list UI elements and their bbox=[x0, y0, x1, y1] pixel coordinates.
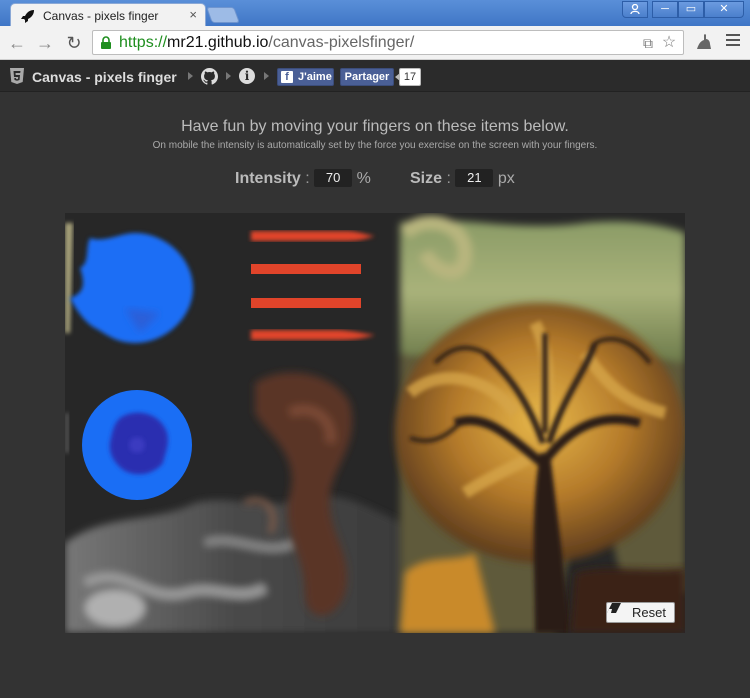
left-edge-stroke bbox=[65, 413, 69, 453]
browser-tab[interactable]: Canvas - pixels finger × bbox=[10, 3, 206, 27]
rocket-icon bbox=[21, 10, 34, 23]
tree bbox=[395, 303, 685, 633]
user-icon bbox=[630, 3, 640, 15]
lock-icon bbox=[101, 36, 111, 49]
intensity-label: Intensity bbox=[235, 170, 301, 187]
facebook-icon: f bbox=[281, 71, 293, 83]
intensity-control: Intensity : 70 % bbox=[235, 169, 371, 188]
site-nav: Canvas - pixels finger i f J'aime Partag… bbox=[0, 60, 750, 92]
reset-button[interactable]: Reset bbox=[606, 602, 675, 623]
facebook-share-button[interactable]: Partager bbox=[340, 68, 394, 86]
intensity-separator: : bbox=[305, 170, 310, 187]
reload-icon[interactable]: ↻ bbox=[64, 33, 84, 53]
minimize-button[interactable]: ─ bbox=[652, 1, 678, 18]
url-host: mr21.github.io bbox=[167, 34, 269, 51]
html5-icon bbox=[10, 68, 24, 84]
translate-icon[interactable]: ⧉ bbox=[640, 35, 656, 51]
size-label: Size bbox=[410, 170, 443, 187]
url-text: https://mr21.github.io/canvas-pixelsfing… bbox=[119, 34, 414, 52]
size-unit: px bbox=[497, 170, 515, 187]
new-tab-button[interactable] bbox=[206, 7, 240, 23]
page-headline: Have fun by moving your fingers on these… bbox=[181, 118, 569, 135]
breadcrumb-arrow-icon bbox=[226, 72, 231, 80]
finger-paint-canvas[interactable]: Reset bbox=[65, 213, 685, 633]
size-control: Size : 21 px bbox=[410, 169, 515, 188]
extension-duck-icon[interactable] bbox=[694, 32, 714, 52]
canvas-artwork[interactable] bbox=[65, 213, 685, 633]
intensity-unit: % bbox=[356, 170, 371, 187]
url-scheme: https:// bbox=[119, 34, 168, 51]
info-icon[interactable]: i bbox=[239, 68, 255, 84]
user-profile-button[interactable] bbox=[622, 1, 648, 18]
menu-icon[interactable] bbox=[726, 34, 740, 48]
facebook-share-count: 17 bbox=[395, 68, 421, 86]
maximize-button[interactable]: ▭ bbox=[678, 1, 704, 18]
forward-arrow-icon[interactable]: → bbox=[35, 33, 55, 53]
reset-label: Reset bbox=[632, 605, 666, 620]
url-path: /canvas-pixelsfinger/ bbox=[268, 34, 415, 51]
size-value[interactable]: 21 bbox=[455, 169, 494, 187]
size-separator: : bbox=[446, 170, 451, 187]
intensity-value[interactable]: 70 bbox=[314, 169, 353, 187]
back-arrow-icon[interactable]: ← bbox=[7, 33, 27, 53]
facebook-like-button[interactable]: f J'aime bbox=[277, 68, 334, 86]
facebook-like-label: J'aime bbox=[298, 71, 332, 83]
breadcrumb-arrow-icon bbox=[188, 72, 193, 80]
tab-title: Canvas - pixels finger bbox=[43, 9, 159, 23]
browser-toolbar: ← → ↻ https://mr21.github.io/canvas-pixe… bbox=[0, 26, 750, 60]
bookmark-star-icon[interactable]: ☆ bbox=[661, 35, 677, 51]
close-window-button[interactable]: ✕ bbox=[704, 1, 744, 18]
breadcrumb-arrow-icon bbox=[264, 72, 269, 80]
browser-titlebar: Canvas - pixels finger × ─ ▭ ✕ bbox=[0, 0, 750, 27]
site-title[interactable]: Canvas - pixels finger bbox=[32, 69, 177, 85]
github-icon[interactable] bbox=[201, 68, 218, 85]
tab-close-button[interactable]: × bbox=[189, 7, 197, 22]
blue-circle bbox=[82, 390, 192, 500]
page-subline: On mobile the intensity is automatically… bbox=[152, 140, 598, 151]
address-bar[interactable]: https://mr21.github.io/canvas-pixelsfing… bbox=[92, 30, 684, 55]
eraser-icon bbox=[607, 603, 621, 613]
